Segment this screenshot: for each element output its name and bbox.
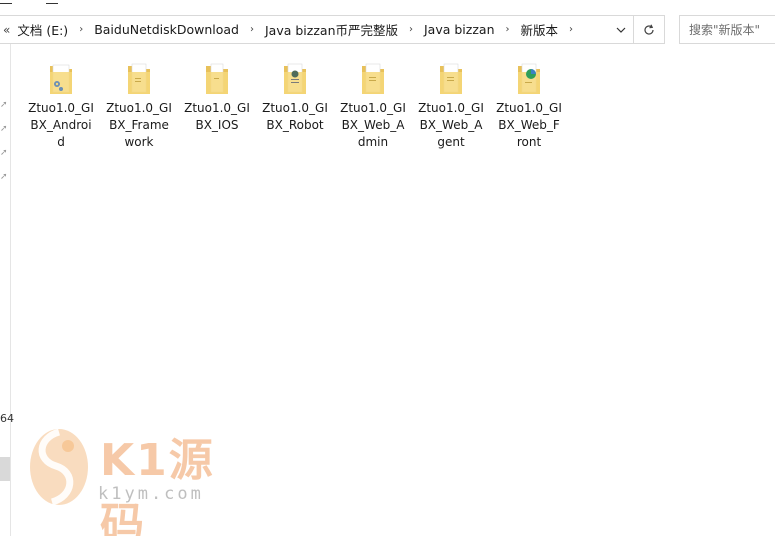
- folder-image-icon: [284, 63, 306, 94]
- folder-document-icon: [128, 63, 150, 94]
- watermark-logo: K1源码 k1ym.com: [28, 424, 248, 536]
- folder-item-web-agent[interactable]: Ztuo1.0_GI BX_Web_A gent: [412, 60, 490, 151]
- file-grid: Ztuo1.0_GI BX_Androi d Ztuo1.0_GI BX_Frame w…: [22, 60, 568, 151]
- nav-selected-item[interactable]: [0, 457, 10, 481]
- breadcrumb-separator-icon[interactable]: ›: [79, 24, 83, 35]
- search-placeholder: 搜索"新版本": [689, 23, 761, 37]
- folder-document-icon: [206, 63, 228, 94]
- navigation-pane[interactable]: ➚ ➚ ➚ ➚ 64: [0, 44, 14, 536]
- address-bar[interactable]: « 文档 (E:) › BaiduNetdiskDownload › Java …: [0, 15, 665, 44]
- folder-label: Ztuo1.0_GI BX_Frame work: [106, 101, 172, 149]
- window-top-edge: [0, 0, 775, 8]
- history-dropdown-button[interactable]: [607, 16, 633, 43]
- folder-label: Ztuo1.0_GI BX_Androi d: [28, 101, 94, 149]
- folder-label: Ztuo1.0_GI BX_Web_F ront: [496, 101, 562, 149]
- breadcrumb-baidu[interactable]: BaiduNetdiskDownload: [92, 22, 241, 37]
- watermark-text: K1源码: [100, 435, 215, 536]
- breadcrumb: « 文档 (E:) › BaiduNetdiskDownload › Java …: [0, 16, 607, 43]
- breadcrumb-separator-icon[interactable]: ›: [409, 24, 413, 35]
- search-input[interactable]: 搜索"新版本": [679, 15, 775, 44]
- folder-label: Ztuo1.0_GI BX_Robot: [262, 101, 328, 132]
- pin-icon[interactable]: ➚: [0, 148, 8, 158]
- folder-item-android[interactable]: Ztuo1.0_GI BX_Androi d: [22, 60, 100, 151]
- nav-item-fragment[interactable]: 64: [0, 412, 14, 425]
- pin-icon[interactable]: ➚: [0, 172, 8, 182]
- folder-item-web-admin[interactable]: Ztuo1.0_GI BX_Web_A dmin: [334, 60, 412, 151]
- overflow-chevron-icon[interactable]: «: [3, 23, 10, 37]
- breadcrumb-java-full[interactable]: Java bizzan币严完整版: [263, 20, 400, 39]
- breadcrumb-separator-icon[interactable]: ›: [569, 24, 573, 35]
- folder-item-ios[interactable]: Ztuo1.0_GI BX_IOS: [178, 60, 256, 151]
- folder-label: Ztuo1.0_GI BX_Web_A dmin: [340, 101, 406, 149]
- breadcrumb-java-bizzan[interactable]: Java bizzan: [422, 22, 497, 37]
- refresh-button[interactable]: [633, 16, 664, 43]
- folder-label: Ztuo1.0_GI BX_Web_A gent: [418, 101, 484, 149]
- breadcrumb-drive[interactable]: 文档 (E:): [15, 20, 70, 39]
- folder-app-icon: [518, 63, 540, 94]
- folder-item-robot[interactable]: Ztuo1.0_GI BX_Robot: [256, 60, 334, 151]
- breadcrumb-new-version[interactable]: 新版本: [519, 20, 561, 39]
- pin-icon[interactable]: ➚: [0, 100, 8, 110]
- folder-item-web-front[interactable]: Ztuo1.0_GI BX_Web_F ront: [490, 60, 568, 151]
- breadcrumb-separator-icon[interactable]: ›: [506, 24, 510, 35]
- refresh-icon: [644, 24, 654, 35]
- watermark-url: k1ym.com: [98, 484, 204, 504]
- folder-label: Ztuo1.0_GI BX_IOS: [184, 101, 250, 132]
- folder-item-framework[interactable]: Ztuo1.0_GI BX_Frame work: [100, 60, 178, 151]
- breadcrumb-separator-icon[interactable]: ›: [250, 24, 254, 35]
- folder-gear-icon: [50, 64, 72, 94]
- watermark-swirl-icon: [30, 428, 88, 506]
- folder-document-icon: [440, 63, 462, 94]
- folder-document-icon: [362, 63, 384, 94]
- chevron-down-icon: [616, 27, 625, 33]
- pin-icon[interactable]: ➚: [0, 124, 8, 134]
